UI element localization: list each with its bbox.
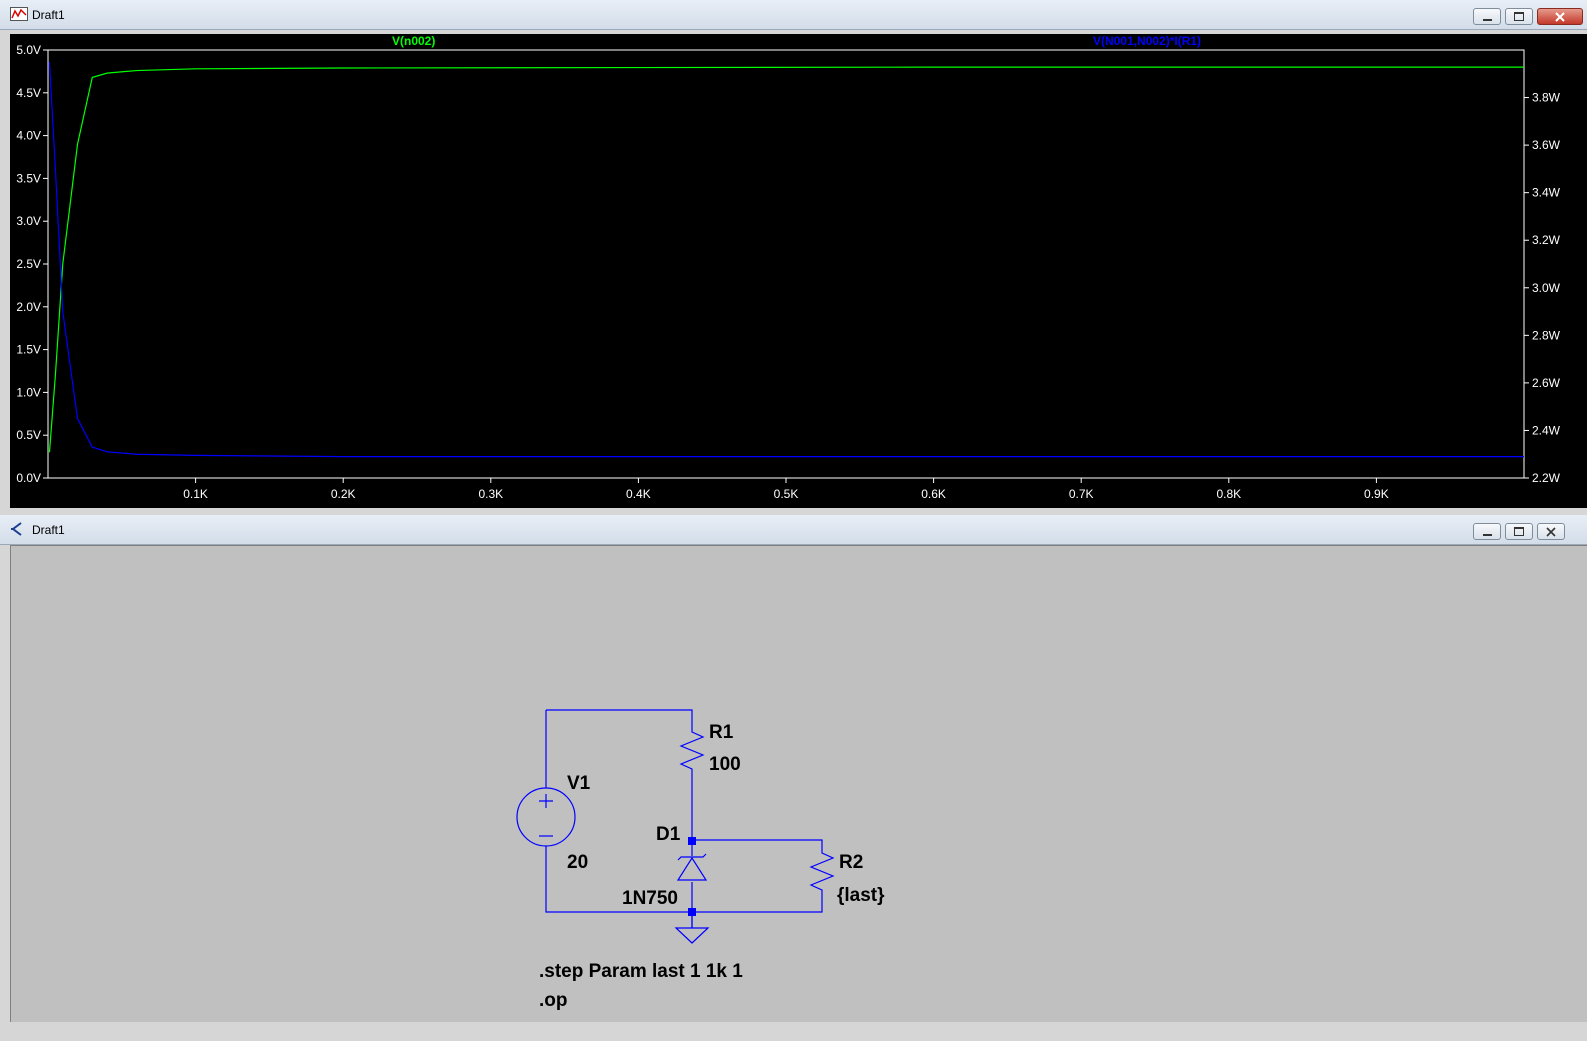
- resistor-r1[interactable]: [679, 728, 705, 772]
- r1-name[interactable]: R1: [709, 722, 734, 743]
- d1-value[interactable]: 1N750: [622, 888, 678, 909]
- plot-area[interactable]: V(n002) V(N001,N002)*I(R1) 0.0V 0.5V 1.0V 1…: [10, 34, 1587, 508]
- plus-icon: [539, 794, 553, 808]
- trace-series-0[interactable]: [48, 66, 1524, 453]
- y-right-tick-label: 3.6W: [1532, 138, 1561, 152]
- x-tick-label: 0.7K: [1069, 487, 1094, 501]
- x-tick-label: 0.8K: [1216, 487, 1241, 501]
- x-tick-label: 0.5K: [774, 487, 799, 501]
- x-tick-label: 0.1K: [183, 487, 208, 501]
- r2-value[interactable]: {last}: [837, 885, 885, 906]
- waveform-icon: [10, 7, 28, 26]
- y-left-tick-label: 0.5V: [16, 428, 41, 442]
- plot-frame: [47, 49, 1525, 479]
- restore-icon: [1514, 527, 1524, 536]
- node-junction[interactable]: [688, 837, 696, 845]
- y-left-tick-label: 2.5V: [16, 257, 41, 271]
- x-tick-label: 0.3K: [478, 487, 503, 501]
- y-left-tick-label: 1.5V: [16, 343, 41, 357]
- step-directive[interactable]: .step Param last 1 1k 1: [539, 961, 743, 982]
- schematic-icon: [10, 522, 24, 541]
- close-icon: [1546, 526, 1556, 537]
- zener-diode-d1[interactable]: [676, 853, 708, 881]
- x-tick-label: 0.2K: [331, 487, 356, 501]
- x-tick-label: 0.4K: [626, 487, 651, 501]
- ground-icon[interactable]: [674, 916, 710, 944]
- resistor-r2[interactable]: [809, 850, 835, 896]
- wire-top[interactable]: [546, 709, 693, 728]
- y-right-tick-label: 3.8W: [1532, 91, 1561, 105]
- restore-icon: [1514, 12, 1524, 21]
- y-right-tick-label: 3.0W: [1532, 281, 1561, 295]
- r1-value[interactable]: 100: [709, 754, 741, 775]
- minimize-icon: [1482, 533, 1492, 536]
- x-tick-label: 0.9K: [1364, 487, 1389, 501]
- x-tick-label: 0.6K: [921, 487, 946, 501]
- schematic-minimize-button[interactable]: [1473, 523, 1501, 540]
- d1-name[interactable]: D1: [656, 824, 681, 845]
- y-left-tick-label: 3.5V: [16, 171, 41, 185]
- r2-name[interactable]: R2: [839, 852, 863, 873]
- voltage-source-v1[interactable]: [516, 787, 576, 847]
- trace-series-1[interactable]: [48, 61, 1524, 458]
- schematic-close-button[interactable]: [1537, 523, 1565, 540]
- y-left-tick-label: 4.0V: [16, 129, 41, 143]
- schematic-titlebar[interactable]: Draft1: [0, 515, 1587, 545]
- y-left-tick-label: 0.0V: [16, 471, 41, 485]
- waveform-window[interactable]: Draft1 V(n002) V(N001,N002)*I(R1) 0.0V 0.…: [0, 0, 1587, 515]
- y-right-tick-label: 2.4W: [1532, 423, 1561, 437]
- schematic-canvas[interactable]: V1 20 R1 100 D1 1N750 R2 {last} .step Pa…: [10, 545, 1587, 1022]
- schematic-window-title: Draft1: [32, 523, 65, 537]
- v1-name[interactable]: V1: [567, 773, 591, 794]
- minimize-button[interactable]: [1473, 8, 1501, 25]
- wires[interactable]: [545, 709, 823, 928]
- y-left-tick-label: 4.5V: [16, 86, 41, 100]
- y-right-tick-label: 2.2W: [1532, 471, 1561, 485]
- trace-label-v-n002[interactable]: V(n002): [392, 34, 435, 48]
- wire-d1-r2[interactable]: [692, 839, 823, 850]
- y-right-tick-label: 2.8W: [1532, 328, 1561, 342]
- trace-label-power[interactable]: V(N001,N002)*I(R1): [1093, 34, 1201, 48]
- minimize-icon: [1482, 18, 1492, 21]
- close-button[interactable]: [1537, 8, 1583, 25]
- op-directive[interactable]: .op: [539, 990, 568, 1011]
- waveform-titlebar[interactable]: Draft1: [0, 0, 1587, 30]
- node-junction[interactable]: [688, 908, 696, 916]
- y-left-tick-label: 2.0V: [16, 300, 41, 314]
- y-right-tick-label: 3.2W: [1532, 233, 1561, 247]
- close-icon: [1555, 11, 1565, 22]
- y-left-tick-label: 1.0V: [16, 385, 41, 399]
- y-right-tick-label: 2.6W: [1532, 376, 1561, 390]
- waveform-plot[interactable]: V(n002) V(N001,N002)*I(R1) 0.0V 0.5V 1.0V 1…: [10, 34, 1587, 508]
- y-left-tick-label: 5.0V: [16, 43, 41, 57]
- waveform-window-title: Draft1: [32, 8, 65, 22]
- y-left-tick-label: 3.0V: [16, 214, 41, 228]
- v1-value[interactable]: 20: [567, 852, 588, 873]
- schematic-drawing[interactable]: V1 20 R1 100 D1 1N750 R2 {last} .step Pa…: [11, 546, 1587, 1023]
- maximize-button[interactable]: [1505, 8, 1533, 25]
- schematic-maximize-button[interactable]: [1505, 523, 1533, 540]
- y-right-tick-label: 3.4W: [1532, 186, 1561, 200]
